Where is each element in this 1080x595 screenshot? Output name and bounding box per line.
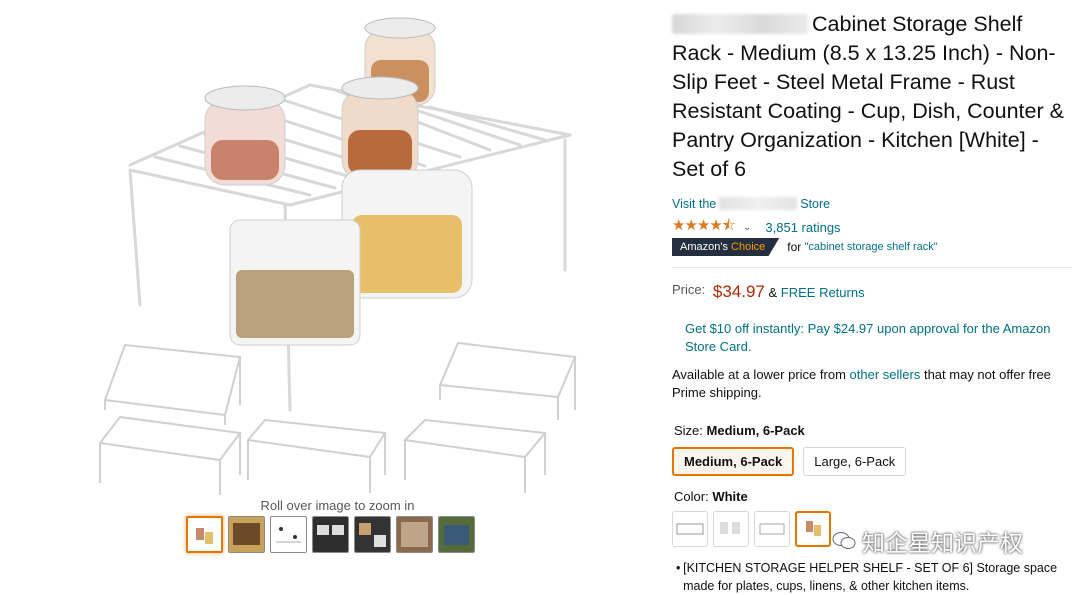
- choice-for-label: for: [787, 240, 802, 254]
- badge-choice: Choice: [731, 241, 766, 253]
- store-prefix: Visit the: [672, 197, 717, 211]
- choice-keyword-link[interactable]: "cabinet storage shelf rack": [804, 241, 937, 253]
- wechat-icon: [832, 532, 856, 549]
- price-value: $34.97: [712, 282, 765, 301]
- thumbnail-3[interactable]: [270, 516, 307, 553]
- size-label-text: Size:: [674, 423, 703, 438]
- jar-front: [341, 76, 419, 181]
- thumbnail-5[interactable]: [354, 516, 391, 553]
- thumbnail-7[interactable]: [438, 516, 475, 553]
- color-label: Color: White: [674, 489, 748, 504]
- grain-container: [229, 219, 361, 346]
- price-block: Price: $34.97 & FREE Returns: [672, 282, 865, 302]
- free-returns-link[interactable]: FREE Returns: [781, 285, 865, 300]
- feature-bullet-text: [KITCHEN STORAGE HELPER SHELF - SET OF 6…: [683, 561, 1058, 593]
- pasta-container: [341, 169, 473, 299]
- rating-summary: ★★★★⯪ ⌄ 3,851 ratings: [672, 215, 841, 240]
- watermark-text: 知企星知识产权: [862, 531, 1023, 557]
- redacted-store-name: [719, 197, 798, 210]
- badge-prefix: Amazon's: [680, 241, 728, 253]
- size-option-medium[interactable]: Medium, 6-Pack: [672, 447, 795, 476]
- small-rack-1: [103, 343, 242, 425]
- redacted-brand: [672, 14, 808, 34]
- small-rack-3: [98, 415, 242, 495]
- jar-left: [204, 85, 286, 186]
- color-swatch-1[interactable]: [672, 511, 708, 547]
- main-product-image[interactable]: [80, 5, 600, 495]
- amazons-choice-badge: Amazon's Choice: [672, 238, 780, 256]
- color-label-text: Color:: [674, 489, 709, 504]
- color-swatch-3[interactable]: [754, 511, 790, 547]
- ratings-count-link[interactable]: 3,851 ratings: [765, 220, 840, 235]
- availability-note: Available at a lower price from other se…: [672, 366, 1072, 402]
- thumbnail-2[interactable]: [228, 516, 265, 553]
- color-swatch-2[interactable]: [713, 511, 749, 547]
- small-rack-5: [402, 418, 547, 493]
- thumbnail-1[interactable]: [186, 516, 223, 553]
- chevron-down-icon[interactable]: ⌄: [743, 222, 751, 233]
- price-label: Price:: [672, 282, 706, 297]
- price-amp: &: [768, 285, 778, 300]
- thumbnail-6[interactable]: [396, 516, 433, 553]
- feature-bullet: • [KITCHEN STORAGE HELPER SHELF - SET OF …: [676, 559, 1076, 595]
- size-selected: Medium, 6-Pack: [706, 423, 805, 438]
- small-rack-4: [246, 418, 387, 493]
- thumbnail-4[interactable]: [312, 516, 349, 553]
- color-swatch-white[interactable]: [795, 511, 831, 547]
- watermark: 知企星知识产权: [832, 524, 1023, 558]
- size-option-large[interactable]: Large, 6-Pack: [803, 447, 907, 476]
- size-options: Medium, 6-Pack Large, 6-Pack: [672, 447, 907, 476]
- star-rating-icon[interactable]: ★★★★⯪: [672, 215, 736, 240]
- availability-pre: Available at a lower price from: [672, 367, 846, 382]
- color-selected: White: [712, 489, 748, 504]
- store-suffix: Store: [800, 197, 831, 211]
- product-details: Cabinet Storage Shelf Rack - Medium (8.5…: [672, 10, 1072, 593]
- product-title-text: Cabinet Storage Shelf Rack - Medium (8.5…: [672, 12, 1064, 181]
- store-card-offer-link[interactable]: Get $10 off instantly: Pay $24.97 upon a…: [685, 320, 1075, 356]
- small-rack-2: [438, 341, 577, 420]
- zoom-hint: Roll over image to zoom in: [260, 498, 415, 513]
- divider: [672, 267, 1072, 268]
- amazons-choice: Amazon's Choice for "cabinet storage she…: [672, 238, 938, 256]
- product-gallery: Roll over image to zoom in: [0, 0, 660, 588]
- product-title: Cabinet Storage Shelf Rack - Medium (8.5…: [672, 10, 1072, 184]
- other-sellers-link[interactable]: other sellers: [850, 367, 921, 382]
- size-label: Size: Medium, 6-Pack: [674, 423, 805, 438]
- store-link[interactable]: Visit the Store: [672, 197, 830, 211]
- thumbnail-strip: [186, 516, 475, 553]
- color-swatches: [672, 511, 831, 547]
